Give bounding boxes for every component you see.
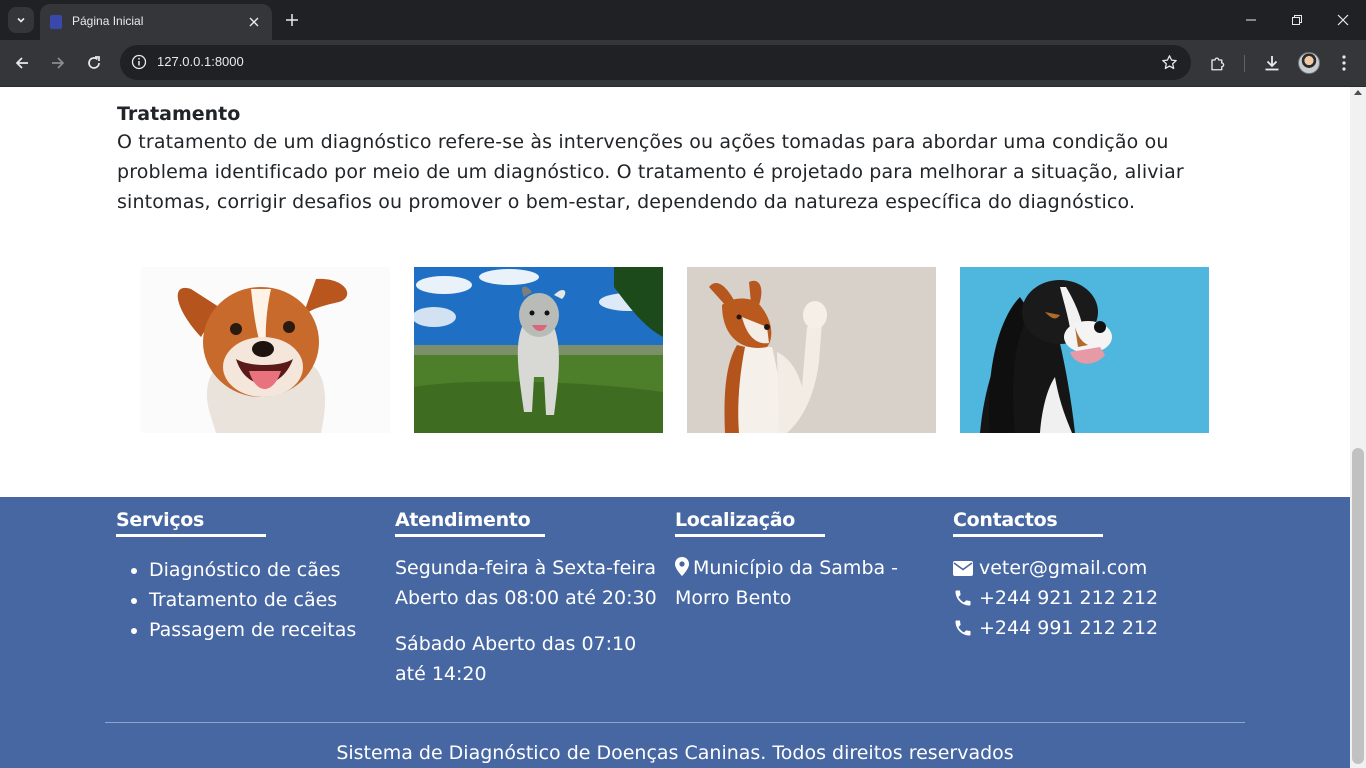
chevron-down-icon — [17, 17, 25, 23]
address-text: Município da Samba - Morro Bento — [675, 557, 899, 609]
contacts-list: veter@gmail.com +244 921 212 212 +244 99… — [953, 553, 1253, 643]
service-item: Passagem de receitas — [149, 615, 395, 645]
url-text: 127.0.0.1:8000 — [157, 54, 244, 69]
forward-button[interactable] — [46, 51, 70, 75]
scroll-up-arrow-icon[interactable] — [1354, 90, 1362, 95]
location-title: Localização — [675, 509, 795, 531]
email-text: veter@gmail.com — [979, 557, 1148, 579]
dog-image-1 — [141, 267, 390, 433]
extensions-button[interactable] — [1206, 51, 1230, 75]
plus-icon — [286, 14, 298, 26]
phone-text: +244 991 212 212 — [979, 617, 1159, 639]
address-bar[interactable]: 127.0.0.1:8000 — [120, 45, 1191, 80]
site-info-button[interactable] — [128, 51, 150, 73]
title-underline — [675, 534, 825, 537]
browser-tab-bar: Página Inicial — [0, 0, 1366, 40]
reload-button[interactable] — [82, 51, 106, 75]
new-tab-button[interactable] — [280, 8, 304, 32]
toolbar-separator — [1244, 55, 1245, 72]
title-underline — [116, 534, 266, 537]
arrow-left-icon — [15, 57, 28, 69]
weekday-hours: Segunda-feira à Sexta-feira Aberto das 0… — [395, 557, 657, 609]
section-heading: Tratamento — [117, 103, 241, 125]
dog-image-2 — [414, 267, 663, 433]
puzzle-icon — [1211, 57, 1225, 71]
favicon-icon — [50, 15, 62, 29]
tab-search-button[interactable] — [8, 7, 34, 33]
arrow-right-icon — [52, 57, 65, 69]
dog-gallery — [141, 267, 1209, 433]
contacts-title: Contactos — [953, 509, 1058, 531]
bookmark-button[interactable] — [1159, 52, 1179, 72]
copyright-text: Sistema de Diagnóstico de Doenças Canina… — [336, 742, 1014, 764]
footer-contacts: Contactos veter@gmail.com +244 921 212 2… — [953, 497, 1253, 643]
scrollbar-thumb[interactable] — [1352, 448, 1364, 764]
phone-row: +244 991 212 212 — [953, 613, 1253, 643]
section-paragraph: O tratamento de um diagnóstico refere-se… — [117, 131, 1184, 213]
footer-services: Serviços Diagnóstico de cães Tratamento … — [116, 497, 395, 645]
footer-divider — [105, 722, 1245, 723]
title-underline — [395, 534, 545, 537]
profile-avatar[interactable] — [1298, 52, 1320, 74]
treatment-section: Tratamento O tratamento de um diagnóstic… — [117, 101, 1227, 217]
close-window-button[interactable] — [1320, 6, 1366, 34]
address: Município da Samba - Morro Bento — [675, 553, 915, 613]
downloads-button[interactable] — [1260, 51, 1284, 75]
dog-image-3 — [687, 267, 936, 433]
page-viewport: Tratamento O tratamento de um diagnóstic… — [0, 87, 1350, 768]
restore-icon — [1292, 15, 1302, 25]
close-icon — [1337, 14, 1349, 26]
saturday-hours: Sábado Aberto das 07:10 até 14:20 — [395, 633, 637, 685]
phone-icon — [955, 620, 971, 636]
minimize-button[interactable] — [1228, 6, 1274, 34]
phone-row: +244 921 212 212 — [953, 583, 1253, 613]
service-item: Diagnóstico de cães — [149, 555, 395, 585]
menu-button[interactable] — [1332, 51, 1356, 75]
service-item: Tratamento de cães — [149, 585, 395, 615]
footer-location: Localização Município da Samba - Morro B… — [675, 497, 915, 613]
map-marker-icon — [675, 557, 689, 576]
star-icon — [1161, 54, 1177, 69]
browser-tab-active[interactable]: Página Inicial — [40, 4, 272, 40]
envelope-icon — [953, 560, 973, 576]
reload-icon — [88, 56, 100, 69]
hours-title: Atendimento — [395, 509, 531, 531]
phone-text: +244 921 212 212 — [979, 587, 1159, 609]
footer: Serviços Diagnóstico de cães Tratamento … — [0, 497, 1350, 768]
services-list: Diagnóstico de cães Tratamento de cães P… — [116, 555, 395, 645]
title-underline — [953, 534, 1103, 537]
services-title: Serviços — [116, 509, 205, 531]
back-button[interactable] — [10, 51, 34, 75]
footer-hours: Atendimento Segunda-feira à Sexta-feira … — [395, 497, 670, 689]
tab-title: Página Inicial — [72, 14, 144, 28]
restore-button[interactable] — [1274, 6, 1320, 34]
browser-toolbar: 127.0.0.1:8000 — [0, 40, 1366, 87]
kebab-menu-icon — [1342, 55, 1346, 71]
vertical-scrollbar[interactable] — [1350, 87, 1366, 768]
close-tab-button[interactable] — [244, 12, 264, 32]
info-icon — [131, 54, 147, 70]
download-icon — [1265, 56, 1279, 71]
phone-icon — [955, 590, 971, 606]
minimize-icon — [1246, 19, 1256, 21]
email-row: veter@gmail.com — [953, 553, 1253, 583]
dog-image-4 — [960, 267, 1209, 433]
close-icon — [249, 17, 259, 27]
